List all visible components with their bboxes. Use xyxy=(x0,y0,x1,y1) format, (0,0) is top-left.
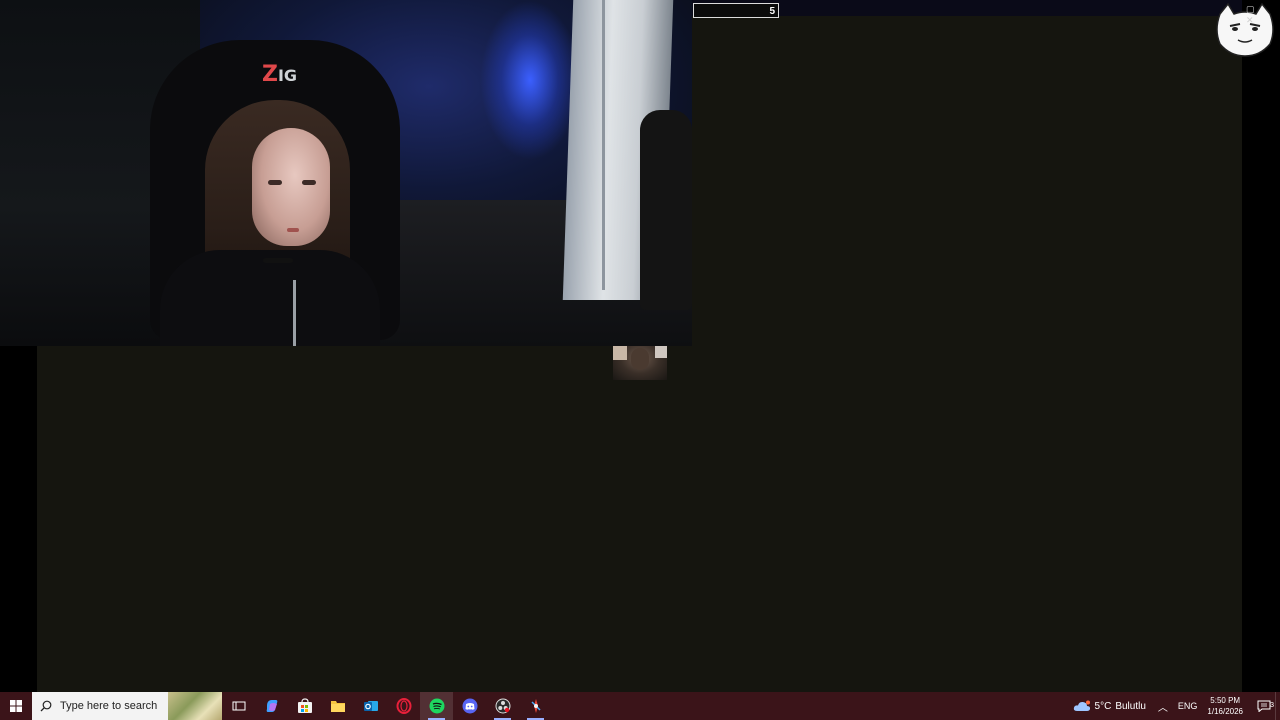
clock[interactable]: 5:50 PM 1/16/2026 xyxy=(1207,695,1243,717)
person-body xyxy=(160,250,380,346)
person-mouth xyxy=(287,228,299,232)
chevron-up-icon[interactable]: ︿ xyxy=(1158,699,1168,714)
cloud-icon xyxy=(1073,700,1090,711)
taskbar: Type here to search 5°C Bulutlu ︿ ENG 5:… xyxy=(0,692,1280,720)
hanging-coat xyxy=(640,110,692,310)
store-button[interactable] xyxy=(288,692,321,720)
outlook-button[interactable] xyxy=(354,692,387,720)
jacket-zipper xyxy=(293,280,296,346)
task-view-icon xyxy=(232,701,245,711)
thumbnail-wall xyxy=(613,346,627,360)
file-explorer-button[interactable] xyxy=(321,692,354,720)
notification-center-button[interactable]: 3 xyxy=(1253,700,1275,712)
app-icon xyxy=(530,699,541,713)
discord-button[interactable] xyxy=(453,692,486,720)
language-indicator[interactable]: ENG xyxy=(1178,701,1198,711)
notification-icon xyxy=(1257,700,1271,712)
blue-light xyxy=(480,0,580,160)
folder-icon xyxy=(330,701,345,712)
taskbar-search[interactable]: Type here to search xyxy=(32,692,222,720)
spotify-button[interactable] xyxy=(420,692,453,720)
spotify-icon xyxy=(429,698,444,714)
search-placeholder: Type here to search xyxy=(60,700,158,712)
clock-time: 5:50 PM xyxy=(1210,696,1241,705)
webcam-thumbnail xyxy=(613,346,667,380)
windows-icon xyxy=(10,700,22,712)
start-button[interactable] xyxy=(0,692,32,720)
weather-widget[interactable]: 5°C Bulutlu xyxy=(1073,700,1146,712)
person-eye xyxy=(302,180,316,185)
weather-temp: 5°C xyxy=(1094,700,1112,712)
window-controls[interactable]: ▢ ✕ xyxy=(1246,4,1280,26)
counter-widget: 5 xyxy=(693,3,779,18)
search-icon xyxy=(40,700,52,712)
search-highlight-image xyxy=(168,692,222,720)
outlook-icon xyxy=(363,701,378,711)
task-view-button[interactable] xyxy=(222,692,255,720)
discord-icon xyxy=(462,698,477,714)
thumbnail-person xyxy=(631,348,649,370)
thumbnail-wall xyxy=(655,346,667,358)
chair-logo: ZIG xyxy=(262,62,298,87)
webcam-feed: ZIG xyxy=(0,0,692,346)
opera-icon xyxy=(396,698,411,714)
clock-date: 1/16/2026 xyxy=(1207,707,1243,716)
obs-icon xyxy=(495,698,510,714)
store-icon xyxy=(297,698,312,713)
copilot-icon xyxy=(266,700,277,712)
system-tray: 5°C Bulutlu ︿ ENG 5:50 PM 1/16/2026 3 xyxy=(1073,692,1280,720)
person-eye xyxy=(268,180,282,185)
choker xyxy=(263,258,293,263)
desktop: ZIG 5 ▢ ✕ xyxy=(0,0,1280,692)
door-panel xyxy=(602,0,605,290)
notification-badge: 3 xyxy=(1270,702,1274,709)
obs-button[interactable] xyxy=(486,692,519,720)
copilot-button[interactable] xyxy=(255,692,288,720)
show-desktop-button[interactable] xyxy=(1275,692,1280,720)
app-button[interactable] xyxy=(519,692,552,720)
opera-button[interactable] xyxy=(387,692,420,720)
weather-condition: Bulutlu xyxy=(1115,700,1146,712)
